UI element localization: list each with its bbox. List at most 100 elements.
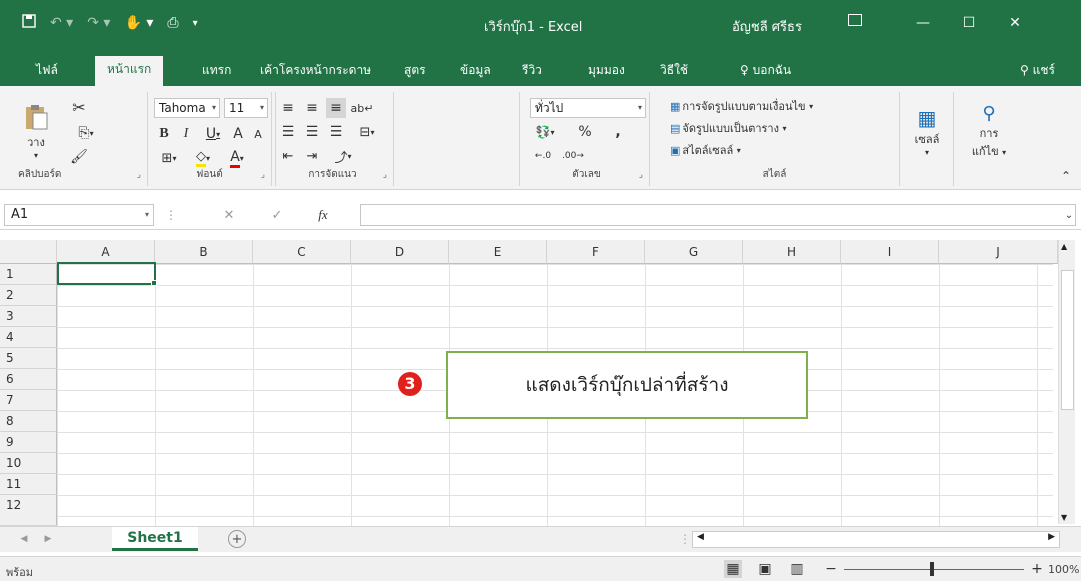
collapse-ribbon-icon[interactable]: ⌃ (1058, 168, 1074, 184)
tab-formulas[interactable]: สูตร (392, 60, 438, 86)
clipboard-launcher-icon[interactable]: ⌟ (137, 170, 141, 180)
add-sheet-icon[interactable]: + (228, 530, 246, 548)
tab-data[interactable]: ข้อมูล (448, 60, 503, 86)
row-header[interactable]: 7 (0, 390, 57, 411)
cells-button[interactable]: ▦ เซลล์ ▾ (906, 98, 948, 164)
wrap-text-icon[interactable]: ab↵ (351, 98, 374, 118)
font-name-combo[interactable]: Tahoma ▾ (154, 98, 220, 118)
column-header[interactable]: I (841, 240, 939, 264)
user-name[interactable]: อัญชลี ศรีธร (732, 16, 802, 37)
cut-icon[interactable]: ✂ (64, 96, 94, 118)
maximize-icon[interactable]: ☐ (946, 8, 992, 38)
number-format-combo[interactable]: ทั่วไป ▾ (530, 98, 646, 118)
decrease-decimal-icon[interactable]: .00→ (560, 146, 586, 166)
orientation-icon[interactable]: ⤴ ▾ (328, 146, 358, 166)
format-as-table-button[interactable]: ▤ จัดรูปแบบเป็นตาราง ▾ (670, 118, 890, 138)
merge-center-icon[interactable]: ⊟ ▾ (352, 122, 382, 142)
tab-insert[interactable]: แทรก (190, 60, 243, 86)
middle-align-icon[interactable]: ≡ (302, 98, 322, 118)
column-header[interactable]: F (547, 240, 645, 264)
page-break-view-icon[interactable]: ▥ (788, 560, 806, 578)
increase-decimal-icon[interactable]: ←.0 (530, 146, 556, 166)
next-sheet-icon[interactable]: ▶ (40, 531, 56, 547)
align-right-icon[interactable]: ☰ (326, 122, 346, 142)
vertical-scroll-thumb[interactable] (1061, 270, 1074, 410)
ribbon-display-icon[interactable] (848, 14, 862, 26)
bold-button[interactable]: B (156, 124, 172, 144)
scroll-down-icon[interactable]: ▼ (1061, 513, 1067, 522)
row-header[interactable]: 2 (0, 285, 57, 306)
print-preview-icon[interactable]: ⎙ (167, 15, 178, 31)
split-handle-icon[interactable]: ⋮ (679, 531, 691, 547)
increase-font-icon[interactable]: A (230, 124, 246, 144)
align-left-icon[interactable]: ☰ (278, 122, 298, 142)
row-header[interactable]: 8 (0, 411, 57, 432)
save-icon[interactable] (22, 14, 36, 32)
tell-me-box[interactable]: ♀ บอกฉัน (728, 60, 803, 86)
tab-page-layout[interactable]: เค้าโครงหน้ากระดาษ (248, 60, 383, 86)
column-header[interactable]: J (939, 240, 1058, 264)
bottom-align-icon[interactable]: ≡ (326, 98, 346, 118)
percent-icon[interactable]: % (570, 122, 600, 142)
row-header[interactable]: 9 (0, 432, 57, 453)
zoom-in-icon[interactable]: + (1030, 560, 1044, 578)
row-header[interactable]: 6 (0, 369, 57, 390)
undo-icon[interactable]: ↶ ▾ (50, 15, 73, 31)
paste-button[interactable]: วาง ▾ (16, 96, 56, 166)
tab-help[interactable]: วิธีใช้ (648, 60, 700, 86)
zoom-out-icon[interactable]: − (824, 560, 838, 578)
editing-button[interactable]: ⚲ การ แก้ไข ▾ (964, 98, 1014, 164)
prev-sheet-icon[interactable]: ◀ (16, 531, 32, 547)
cell-styles-button[interactable]: ▣ สไตล์เซลล์ ▾ (670, 140, 890, 160)
enter-icon[interactable]: ✓ (268, 206, 286, 224)
touch-mode-icon[interactable]: ✋ ▾ (124, 15, 153, 31)
tab-view[interactable]: มุมมอง (576, 60, 637, 86)
vertical-scrollbar[interactable]: ▲ ▼ (1058, 240, 1075, 524)
zoom-slider-thumb[interactable] (930, 562, 934, 576)
comma-icon[interactable]: , (610, 122, 626, 142)
font-color-icon[interactable]: A ▾ (222, 148, 252, 168)
column-header[interactable]: B (155, 240, 253, 264)
zoom-level[interactable]: 100% (1048, 563, 1079, 576)
page-layout-view-icon[interactable]: ▣ (756, 560, 774, 578)
underline-button[interactable]: U ▾ (200, 124, 226, 144)
row-header[interactable]: 11 (0, 474, 57, 495)
column-header[interactable]: H (743, 240, 841, 264)
scroll-left-icon[interactable]: ◀ (697, 532, 704, 542)
row-header[interactable]: 3 (0, 306, 57, 327)
borders-icon[interactable]: ⊞ ▾ (156, 148, 182, 168)
tab-file[interactable]: ไฟล์ (24, 60, 70, 86)
select-all-corner[interactable] (0, 240, 57, 264)
fill-color-icon[interactable]: ◇ ▾ (188, 148, 218, 168)
row-header[interactable]: 12 (0, 495, 57, 526)
zoom-slider-track[interactable] (844, 569, 1024, 570)
formula-input[interactable] (360, 204, 1076, 226)
copy-icon[interactable]: ⎘ ▾ (64, 122, 108, 144)
row-header[interactable]: 5 (0, 348, 57, 369)
decrease-font-icon[interactable]: A (250, 124, 266, 144)
italic-button[interactable]: I (178, 124, 194, 144)
format-painter-icon[interactable]: 🖌 (64, 146, 94, 168)
tab-home[interactable]: หน้าแรก (95, 56, 164, 86)
column-header[interactable]: G (645, 240, 743, 264)
font-size-combo[interactable]: 11 ▾ (224, 98, 268, 118)
currency-icon[interactable]: 💱 ▾ (530, 122, 560, 142)
alignment-launcher-icon[interactable]: ⌟ (383, 170, 387, 180)
horizontal-scrollbar[interactable]: ◀ ▶ (692, 531, 1060, 548)
share-button[interactable]: ⚲ แชร์ (1008, 60, 1067, 86)
column-header[interactable]: E (449, 240, 547, 264)
cancel-icon[interactable]: ✕ (220, 206, 238, 224)
scroll-right-icon[interactable]: ▶ (1048, 532, 1055, 542)
close-icon[interactable]: ✕ (992, 8, 1038, 38)
increase-indent-icon[interactable]: ⇥ (302, 146, 322, 166)
customize-qat-icon[interactable]: ▾ (193, 18, 198, 29)
column-header[interactable]: A (57, 240, 155, 264)
tab-review[interactable]: รีวิว (510, 60, 554, 86)
expand-formula-icon[interactable]: ⌄ (1062, 208, 1076, 222)
column-header[interactable]: D (351, 240, 449, 264)
row-header[interactable]: 10 (0, 453, 57, 474)
font-launcher-icon[interactable]: ⌟ (261, 170, 265, 180)
decrease-indent-icon[interactable]: ⇤ (278, 146, 298, 166)
fill-handle[interactable] (151, 280, 157, 286)
top-align-icon[interactable]: ≡ (278, 98, 298, 118)
